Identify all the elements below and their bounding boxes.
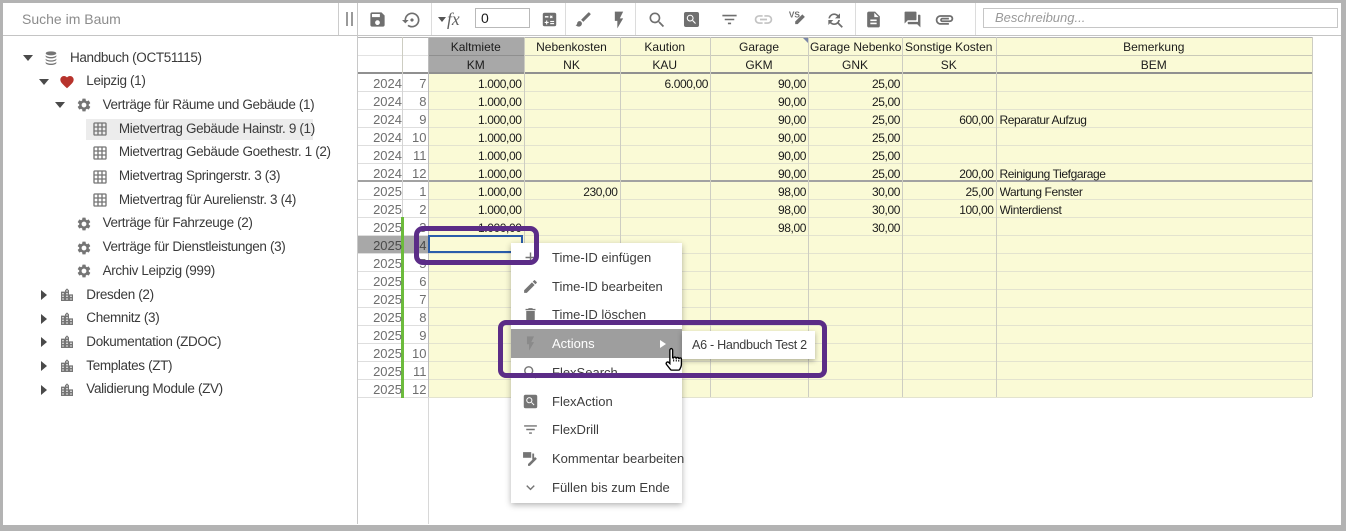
svg-text:VS: VS <box>788 9 800 19</box>
